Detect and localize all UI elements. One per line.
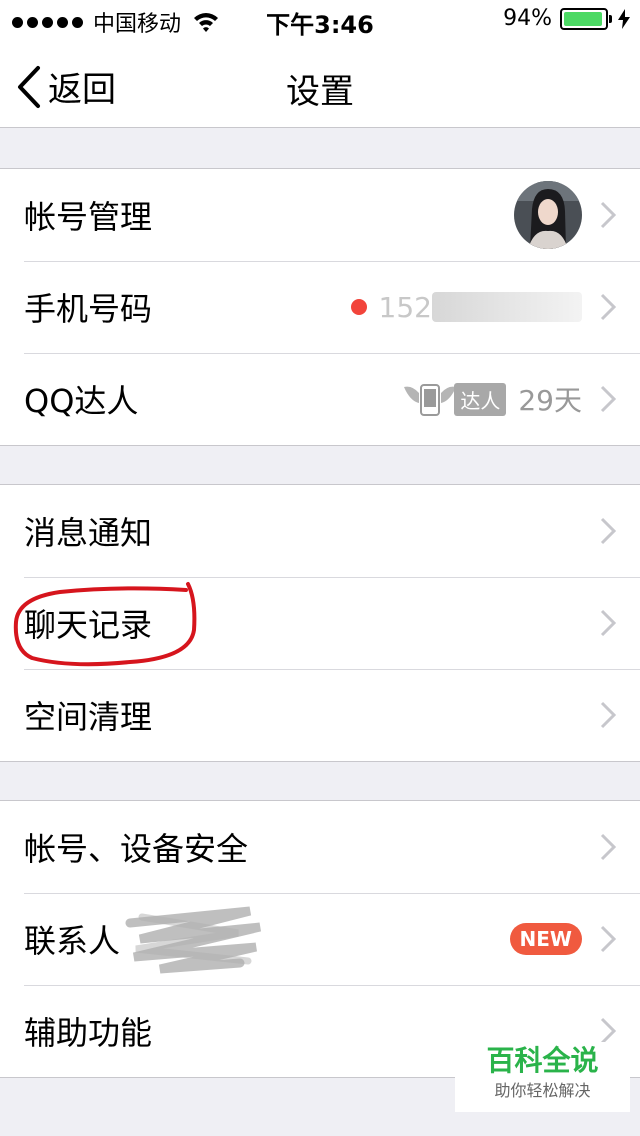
chevron-right-icon [600, 833, 616, 861]
chevron-right-icon [600, 385, 616, 413]
talent-days: 29天 [518, 384, 582, 417]
row-contacts[interactable]: 联系人 NEW [0, 893, 640, 985]
talent-tag: 达人 [454, 382, 507, 416]
settings-group-messages: 消息通知 聊天记录 空间清理 [0, 484, 640, 762]
row-label: 帐号、设备安全 [24, 830, 249, 868]
chevron-right-icon [600, 201, 616, 229]
chevron-right-icon [600, 609, 616, 637]
watermark-title: 百科全说 [486, 1044, 599, 1077]
row-label: 消息通知 [24, 514, 153, 552]
row-detail: NEW [509, 923, 582, 955]
chevron-right-icon [600, 517, 616, 545]
row-label: 空间清理 [24, 698, 153, 736]
row-label: 联系人 [24, 922, 121, 960]
row-detail: 152 [350, 290, 582, 324]
row-label: 聊天记录 [24, 606, 153, 644]
settings-group-account: 帐号管理 手机号码 152 QQ达人 达人 29天 [0, 168, 640, 446]
new-badge: NEW [509, 923, 582, 955]
chevron-right-icon [600, 701, 616, 729]
unverified-dot [350, 299, 367, 315]
battery-icon [560, 7, 612, 30]
row-label: QQ达人 [24, 382, 139, 420]
battery-percent: 94% [503, 6, 552, 31]
redacted-phone-number [432, 292, 582, 322]
status-right: 94% [503, 6, 630, 31]
page-title: 设置 [286, 72, 354, 112]
chevron-right-icon [600, 1017, 616, 1045]
navigation-bar: 返回 设置 [0, 40, 640, 128]
bolt-icon [618, 8, 630, 29]
row-space-cleanup[interactable]: 空间清理 [0, 669, 640, 761]
redaction-scribble [125, 906, 262, 974]
row-label: 手机号码 [24, 290, 153, 328]
watermark-logo: 百科全说 助你轻松解决 [455, 1042, 630, 1112]
row-chat-history[interactable]: 聊天记录 [0, 577, 640, 669]
watermark-subtitle: 助你轻松解决 [494, 1081, 591, 1100]
row-detail: 达人 29天 [402, 379, 582, 419]
row-phone-number[interactable]: 手机号码 152 [0, 261, 640, 353]
chevron-right-icon [600, 293, 616, 321]
status-bar: 中国移动 下午3:46 94% [0, 0, 640, 40]
row-account-management[interactable]: 帐号管理 [0, 169, 640, 261]
row-qq-talent[interactable]: QQ达人 达人 29天 [0, 353, 640, 445]
row-label: 帐号管理 [24, 198, 153, 236]
settings-group-security: 帐号、设备安全 联系人 NEW 辅助功能 [0, 800, 640, 1078]
chevron-right-icon [600, 925, 616, 953]
winged-phone-icon [404, 384, 457, 416]
avatar [514, 181, 582, 249]
row-detail [514, 181, 582, 249]
row-label: 辅助功能 [24, 1014, 153, 1052]
row-message-notifications[interactable]: 消息通知 [0, 485, 640, 577]
qq-talent-badge: 达人 [402, 381, 518, 417]
phone-number-prefix: 152 [378, 290, 432, 324]
row-account-device-security[interactable]: 帐号、设备安全 [0, 801, 640, 893]
